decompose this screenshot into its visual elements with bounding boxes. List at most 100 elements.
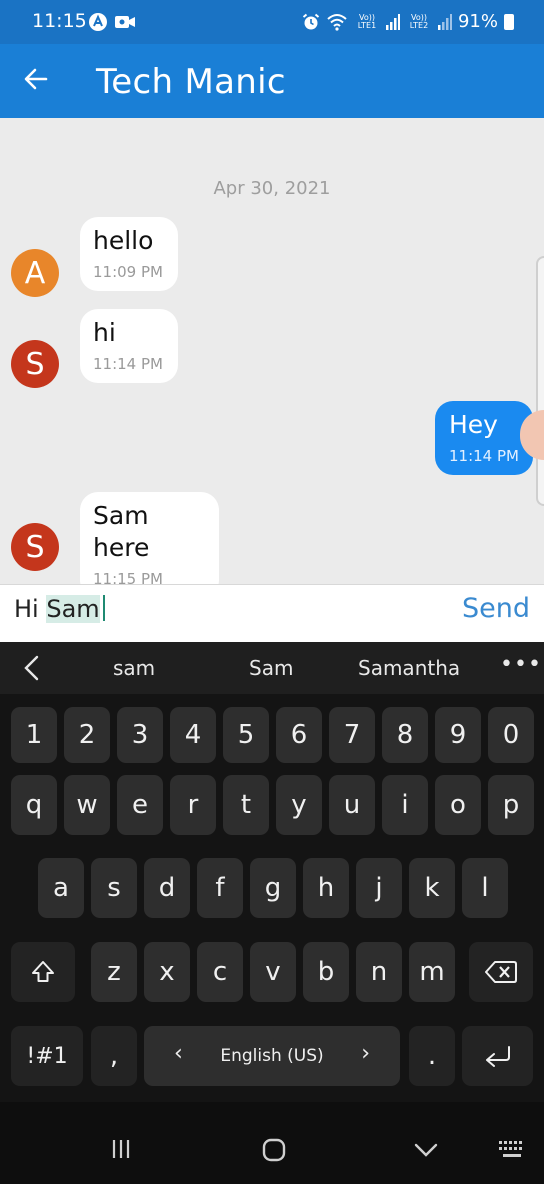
avatar[interactable]: S — [11, 523, 59, 571]
key[interactable]: d — [144, 858, 190, 918]
recents-icon[interactable] — [110, 1138, 132, 1160]
message-bubble[interactable]: Sam here 11:15 PM — [80, 492, 219, 584]
keyboard: sam Sam Samantha ••• 1 2 3 4 5 6 7 8 9 0… — [0, 642, 544, 1102]
enter-key[interactable] — [462, 1026, 533, 1086]
video-icon — [115, 16, 135, 28]
send-button[interactable]: Send — [462, 593, 530, 624]
message-composer: Hi Sam Send — [0, 584, 544, 642]
message-bubble[interactable]: hi 11:14 PM — [80, 309, 178, 383]
backspace-icon — [485, 961, 517, 983]
key[interactable]: n — [356, 942, 402, 1002]
key[interactable]: a — [38, 858, 84, 918]
key[interactable]: k — [409, 858, 455, 918]
input-composing-word: Sam — [46, 595, 100, 623]
sim1-label: Vo)) LTE1 — [357, 12, 377, 30]
key[interactable]: o — [435, 775, 481, 835]
message-text: Sam here — [93, 501, 150, 562]
suggestion-bar: sam Sam Samantha ••• — [0, 642, 544, 694]
avatar[interactable]: S — [11, 340, 59, 388]
status-time: 11:15 — [32, 10, 87, 32]
key[interactable]: b — [303, 942, 349, 1002]
space-bar-label: English (US) — [220, 1046, 324, 1066]
suggestion-item[interactable]: Samantha — [358, 656, 460, 680]
navigation-bar — [0, 1102, 544, 1184]
key[interactable]: e — [117, 775, 163, 835]
status-left-icons — [88, 12, 136, 32]
key[interactable]: 6 — [276, 707, 322, 763]
message-text: Hey — [449, 410, 498, 439]
message-time: 11:14 PM — [93, 355, 163, 373]
message-time: 11:09 PM — [93, 263, 163, 281]
battery-icon — [504, 13, 514, 30]
avatar[interactable]: A — [11, 249, 59, 297]
key[interactable]: h — [303, 858, 349, 918]
text-caret — [102, 595, 105, 621]
wifi-icon — [327, 13, 347, 31]
key[interactable]: z — [91, 942, 137, 1002]
edge-panel-handle[interactable] — [536, 256, 544, 506]
language-left-icon: ‹ — [174, 1041, 183, 1066]
key[interactable]: g — [250, 858, 296, 918]
alarm-icon — [302, 13, 320, 29]
comma-key[interactable]: , — [91, 1026, 137, 1086]
key[interactable]: 5 — [223, 707, 269, 763]
key[interactable]: p — [488, 775, 534, 835]
space-bar[interactable]: ‹ English (US) › — [144, 1026, 400, 1086]
message-input[interactable]: Hi Sam — [14, 595, 105, 623]
suggestion-item[interactable]: Sam — [249, 656, 293, 680]
key[interactable]: 9 — [435, 707, 481, 763]
key[interactable]: f — [197, 858, 243, 918]
signal-icon — [437, 13, 452, 30]
status-right-icons: Vo)) LTE1 Vo)) LTE2 91% — [302, 11, 514, 32]
backspace-key[interactable] — [469, 942, 533, 1002]
key[interactable]: c — [197, 942, 243, 1002]
shift-key[interactable] — [11, 942, 75, 1002]
home-icon[interactable] — [262, 1138, 286, 1162]
symbols-key[interactable]: !#1 — [11, 1026, 83, 1086]
key[interactable]: j — [356, 858, 402, 918]
key[interactable]: s — [91, 858, 137, 918]
key[interactable]: m — [409, 942, 455, 1002]
key[interactable]: u — [329, 775, 375, 835]
message-time: 11:15 PM — [93, 570, 163, 584]
key[interactable]: i — [382, 775, 428, 835]
chat-area[interactable]: Apr 30, 2021 A hello 11:09 PM S hi 11:14… — [0, 118, 544, 584]
key[interactable]: 2 — [64, 707, 110, 763]
key[interactable]: 1 — [11, 707, 57, 763]
key[interactable]: 3 — [117, 707, 163, 763]
app-bar: Tech Manic — [0, 44, 544, 118]
date-separator: Apr 30, 2021 — [213, 178, 331, 199]
status-bar: 11:15 Vo)) LTE1 Vo)) LTE2 91% — [0, 0, 544, 44]
key[interactable]: 0 — [488, 707, 534, 763]
hide-keyboard-icon[interactable] — [414, 1142, 438, 1158]
signal-icon — [385, 13, 400, 30]
suggestion-item[interactable]: sam — [113, 656, 155, 680]
app-a-icon — [89, 13, 107, 31]
input-prefix: Hi — [14, 595, 47, 623]
key[interactable]: w — [64, 775, 110, 835]
key[interactable]: x — [144, 942, 190, 1002]
message-bubble[interactable]: hello 11:09 PM — [80, 217, 178, 291]
sim2-label: Vo)) LTE2 — [409, 12, 429, 30]
key[interactable]: y — [276, 775, 322, 835]
chevron-left-icon[interactable] — [20, 654, 44, 682]
enter-icon — [485, 1046, 510, 1067]
message-text: hi — [93, 318, 116, 347]
key[interactable]: 7 — [329, 707, 375, 763]
key[interactable]: q — [11, 775, 57, 835]
key[interactable]: 4 — [170, 707, 216, 763]
key[interactable]: v — [250, 942, 296, 1002]
message-text: hello — [93, 226, 154, 255]
key[interactable]: l — [462, 858, 508, 918]
back-arrow-icon[interactable] — [20, 63, 52, 95]
language-right-icon: › — [361, 1041, 370, 1066]
message-time: 11:14 PM — [449, 447, 519, 465]
key[interactable]: 8 — [382, 707, 428, 763]
message-bubble-outgoing[interactable]: Hey 11:14 PM — [435, 401, 533, 475]
period-key[interactable]: . — [409, 1026, 455, 1086]
keyboard-switch-icon[interactable] — [498, 1140, 526, 1160]
key[interactable]: t — [223, 775, 269, 835]
key[interactable]: r — [170, 775, 216, 835]
more-options-icon[interactable]: ••• — [500, 652, 542, 677]
page-title: Tech Manic — [96, 62, 286, 102]
